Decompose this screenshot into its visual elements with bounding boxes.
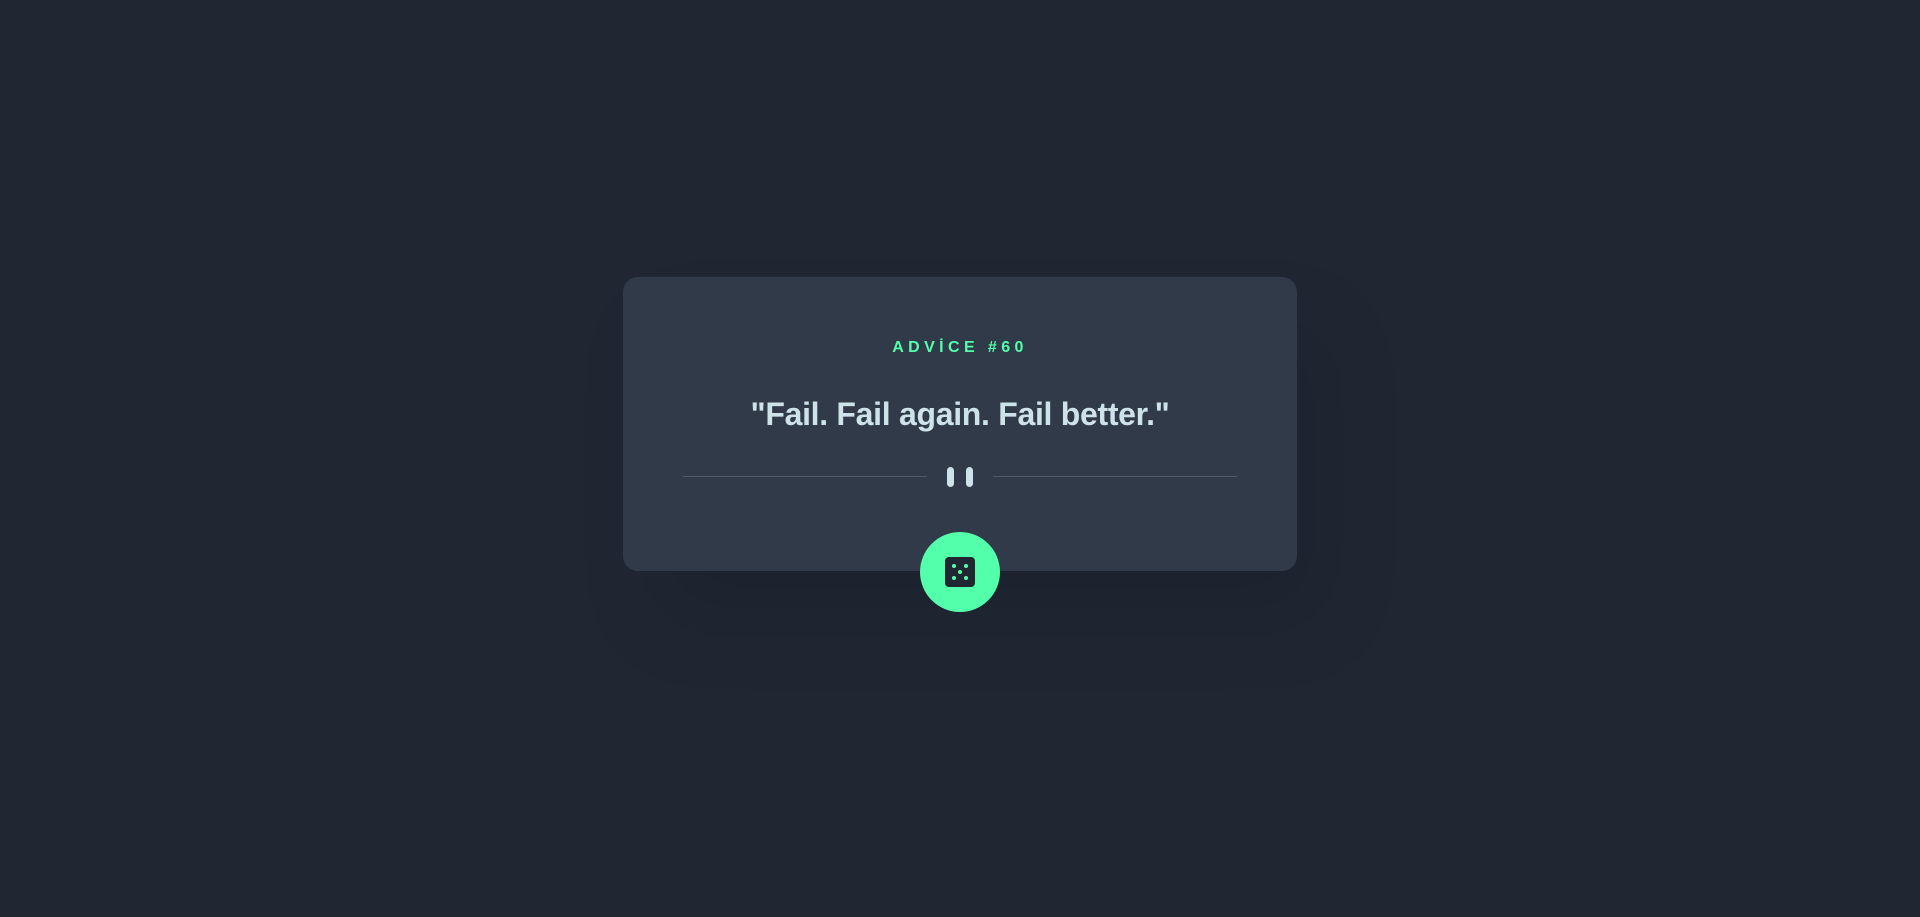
new-advice-button[interactable] bbox=[920, 532, 1000, 612]
divider-line-left bbox=[683, 476, 927, 477]
dice-icon bbox=[945, 557, 975, 587]
divider bbox=[683, 467, 1237, 487]
advice-card: ADVİCE #60 "Fail. Fail again. Fail bette… bbox=[623, 277, 1297, 571]
pause-icon bbox=[947, 467, 973, 487]
advice-number: ADVİCE #60 bbox=[892, 339, 1028, 356]
divider-line-right bbox=[993, 476, 1237, 477]
advice-quote: "Fail. Fail again. Fail better." bbox=[750, 396, 1170, 432]
